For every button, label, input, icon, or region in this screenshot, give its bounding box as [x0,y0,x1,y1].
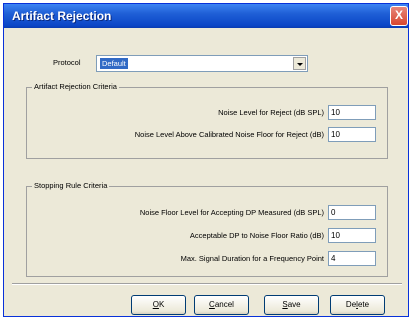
dp-noise-ratio-label: Acceptable DP to Noise Floor Ratio (dB) [189,231,324,240]
artifact-rejection-dialog: Artifact Rejection X Protocol Default Ar… [3,3,409,317]
save-button[interactable]: Save [264,295,319,315]
max-signal-duration-input[interactable]: 4 [328,251,376,266]
protocol-selected-value: Default [100,58,128,69]
chevron-down-icon[interactable] [293,57,306,70]
noise-level-reject-input[interactable]: 10 [328,105,376,120]
delete-button[interactable]: Delete [330,295,385,315]
noise-floor-accept-label: Noise Floor Level for Accepting DP Measu… [139,208,324,217]
delete-rest: ete [357,300,370,309]
noise-level-reject-label: Noise Level for Reject (dB SPL) [218,108,324,117]
save-rest: ave [287,300,301,309]
dp-noise-ratio-input[interactable]: 10 [328,228,376,243]
ok-button[interactable]: OK [131,295,186,315]
cancel-rest: ancel [214,300,234,309]
protocol-label: Protocol [53,58,81,67]
noise-above-floor-input[interactable]: 10 [328,127,376,142]
window-title: Artifact Rejection [12,9,112,23]
delete-pre: De [345,300,357,309]
max-signal-duration-label: Max. Signal Duration for a Frequency Poi… [180,254,324,263]
ok-rest: K [158,300,165,309]
cancel-button[interactable]: Cancel [194,295,249,315]
noise-floor-accept-input[interactable]: 0 [328,205,376,220]
title-bar[interactable]: Artifact Rejection X [4,4,408,28]
artifact-rejection-group-title: Artifact Rejection Criteria [32,82,119,91]
protocol-select[interactable]: Default [96,55,308,72]
artifact-rejection-group: Artifact Rejection Criteria [26,82,388,159]
stopping-rule-group-title: Stopping Rule Criteria [32,181,110,190]
close-icon[interactable]: X [390,6,408,26]
button-separator [12,283,402,285]
noise-above-floor-label: Noise Level Above Calibrated Noise Floor… [134,130,324,139]
